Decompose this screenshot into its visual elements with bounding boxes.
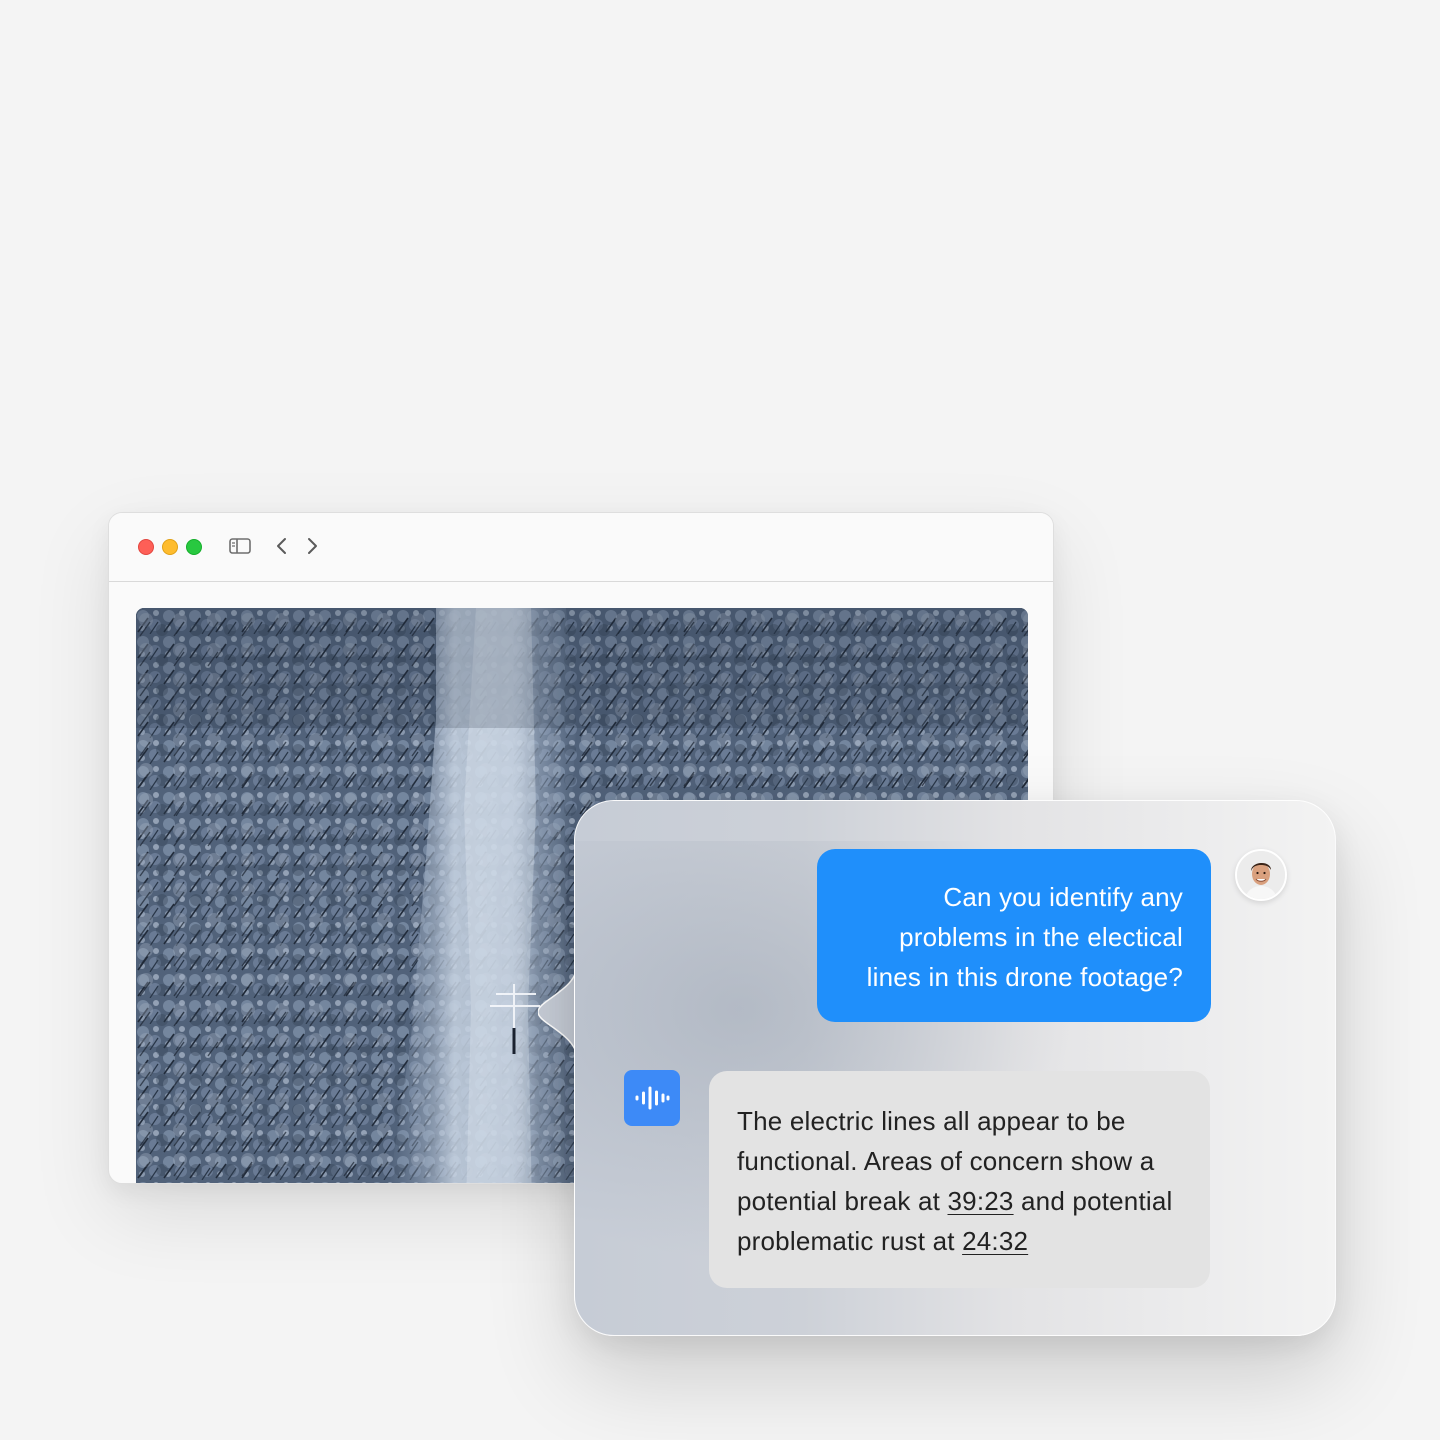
forward-chevron-icon[interactable] — [302, 535, 322, 557]
window-titlebar — [109, 513, 1053, 582]
minimize-window-button[interactable] — [162, 539, 178, 555]
timestamp-link-rust[interactable]: 24:32 — [962, 1226, 1028, 1256]
sidebar-toggle-icon[interactable] — [228, 535, 252, 557]
assistant-message-bubble: The electric lines all appear to be func… — [709, 1071, 1210, 1288]
close-window-button[interactable] — [138, 539, 154, 555]
user-avatar-icon — [1237, 851, 1285, 899]
chat-panel: Can you identify any problems in the ele… — [574, 800, 1336, 1336]
user-avatar[interactable] — [1235, 849, 1287, 901]
user-message-bubble: Can you identify any problems in the ele… — [817, 849, 1211, 1022]
zoom-window-button[interactable] — [186, 539, 202, 555]
timestamp-link-break[interactable]: 39:23 — [948, 1186, 1014, 1216]
user-message-text: Can you identify any problems in the ele… — [866, 882, 1183, 992]
chat-pointer — [538, 962, 578, 1062]
back-chevron-icon[interactable] — [272, 535, 292, 557]
assistant-voice-icon — [624, 1070, 680, 1126]
